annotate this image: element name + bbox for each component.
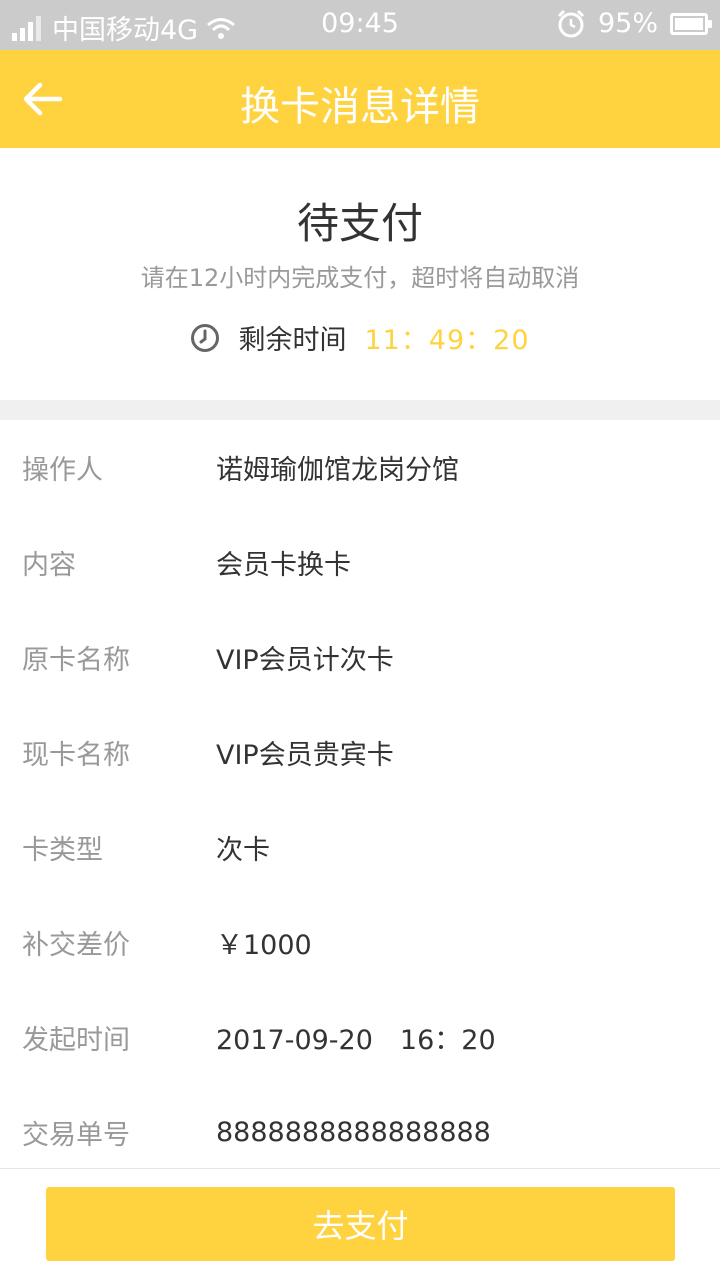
detail-label: 发起时间 [22, 1025, 130, 1056]
countdown-label: 剩余时间 [238, 325, 347, 356]
detail-value: VIP会员贵宾卡 [216, 740, 394, 771]
detail-label: 操作人 [22, 455, 103, 486]
detail-label: 交易单号 [22, 1120, 130, 1151]
detail-row-initiated-time: 发起时间 2017-09-20 16：20 [0, 990, 720, 1085]
detail-row-price-difference: 补交差价 ￥1000 [0, 895, 720, 990]
detail-value: VIP会员计次卡 [216, 645, 394, 676]
section-divider [0, 400, 720, 420]
battery-icon [670, 12, 712, 35]
detail-value: ￥1000 [216, 930, 312, 961]
status-tip: 请在12小时内完成支付，超时将自动取消 [140, 264, 580, 292]
payment-status-section: 待支付 请在12小时内完成支付，超时将自动取消 剩余时间 11：49：20 [0, 148, 720, 400]
detail-value: 会员卡换卡 [216, 550, 351, 581]
detail-row-card-type: 卡类型 次卡 [0, 800, 720, 895]
clock-icon [191, 323, 220, 352]
countdown-value: 11：49：20 [364, 325, 530, 356]
detail-label: 原卡名称 [22, 645, 130, 676]
status-title: 待支付 [296, 199, 423, 248]
nav-header: 换卡消息详情 [0, 50, 720, 148]
detail-row-operator: 操作人 诺姆瑜伽馆龙岗分馆 [0, 420, 720, 515]
detail-value: 次卡 [216, 835, 270, 866]
detail-list: 操作人 诺姆瑜伽馆龙岗分馆 内容 会员卡换卡 原卡名称 VIP会员计次卡 现卡名… [0, 420, 720, 1180]
countdown: 剩余时间 11：49：20 [0, 318, 720, 357]
status-bar-right: 95% [556, 8, 712, 39]
alarm-icon [557, 9, 585, 37]
detail-label: 卡类型 [22, 835, 103, 866]
page-title: 换卡消息详情 [240, 84, 480, 130]
pay-button[interactable]: 去支付 [46, 1187, 675, 1261]
detail-row-current-card: 现卡名称 VIP会员贵宾卡 [0, 705, 720, 800]
detail-value: 诺姆瑜伽馆龙岗分馆 [216, 455, 459, 486]
detail-value: 8888888888888888 [216, 1117, 491, 1148]
page: 中国移动4G 09:45 95% 换卡消息详情 待支付 请在12小时内完成支付，… [0, 0, 720, 1280]
detail-label: 内容 [22, 550, 76, 581]
battery-percent: 95% [597, 8, 658, 39]
detail-label: 现卡名称 [22, 740, 130, 771]
status-bar: 中国移动4G 09:45 95% [0, 0, 720, 50]
footer-bar: 去支付 [0, 1168, 720, 1280]
detail-value: 2017-09-20 16：20 [216, 1025, 496, 1056]
detail-row-order-number: 交易单号 8888888888888888 [0, 1085, 720, 1180]
detail-label: 补交差价 [22, 930, 130, 961]
detail-row-content: 内容 会员卡换卡 [0, 515, 720, 610]
detail-row-original-card: 原卡名称 VIP会员计次卡 [0, 610, 720, 705]
